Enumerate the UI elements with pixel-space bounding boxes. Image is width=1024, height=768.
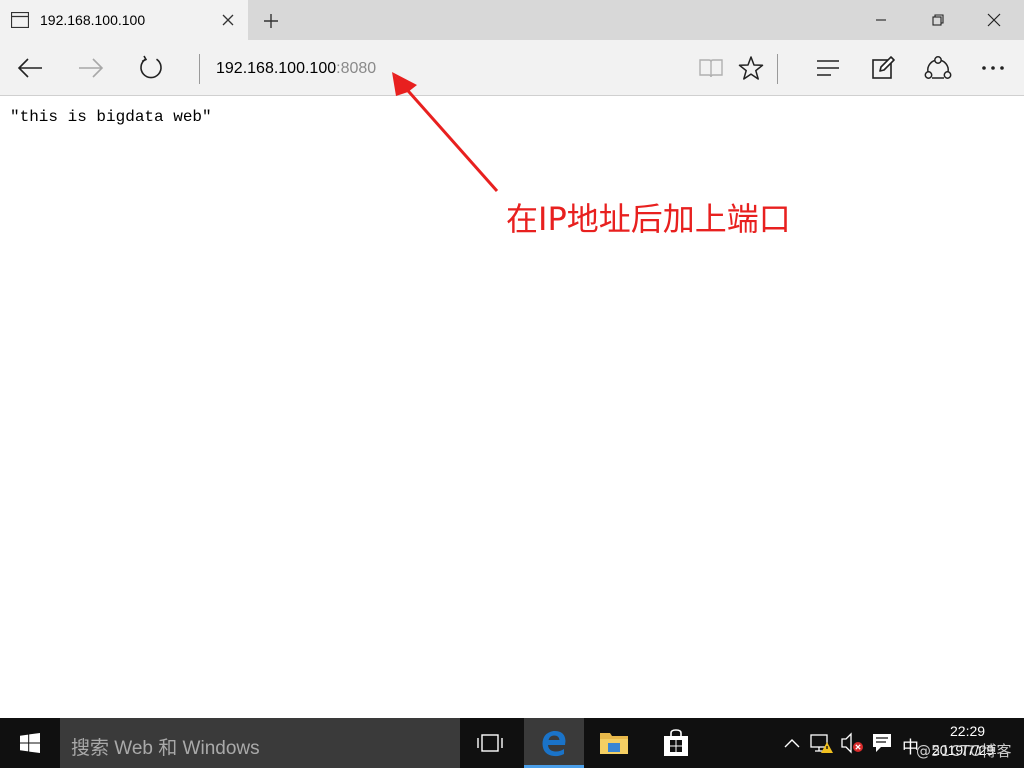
close-tab-icon[interactable] [218,10,238,30]
network-tray-button[interactable] [810,731,834,755]
refresh-icon [140,55,162,79]
notification-icon [873,734,891,752]
start-button[interactable] [0,718,60,768]
close-window-button[interactable] [966,0,1022,40]
store-button[interactable] [646,718,706,768]
watermark-text: @51CTO博客 [916,742,1012,760]
forward-button[interactable] [73,50,109,86]
taskbar: 搜索 Web 和 Windows 中 22:29 2019/7/29 @51CT… [0,718,1024,768]
star-icon [738,56,764,80]
plus-icon [264,14,278,28]
edge-icon [542,730,566,757]
back-arrow-icon [17,58,42,78]
tab-strip: 192.168.100.100 [0,0,1024,40]
windows-logo-icon [20,733,40,753]
new-tab-button[interactable] [258,8,284,34]
hub-button[interactable] [810,50,846,86]
tab-page-icon [10,11,30,29]
minimize-icon [876,19,886,21]
address-port: :8080 [336,60,377,77]
more-icon [982,66,1004,70]
action-center-button[interactable] [870,731,894,755]
pen-icon [872,56,895,79]
more-button[interactable] [975,50,1011,86]
clock-time[interactable]: 22:29 [950,723,985,739]
tab-title: 192.168.100.100 [40,12,146,28]
book-icon [699,59,723,78]
volume-muted-icon [841,732,863,754]
minimize-button[interactable] [853,0,909,40]
nav-divider-2 [777,54,778,84]
store-icon [664,729,688,756]
hub-icon [817,60,839,76]
address-host: 192.168.100.100 [216,60,337,77]
edge-taskbar-button[interactable] [524,718,584,768]
navigation-bar: 192.168.100.100:8080 [0,40,1024,96]
favorite-button[interactable] [733,50,769,86]
search-placeholder: 搜索 Web 和 Windows [71,738,260,759]
browser-tab[interactable]: 192.168.100.100 [0,0,248,40]
address-bar[interactable]: 192.168.100.100:8080 [216,60,376,78]
nav-divider [199,54,200,84]
search-box[interactable]: 搜索 Web 和 Windows [60,718,460,768]
close-icon [987,13,1001,27]
network-warning-icon [810,734,833,753]
restore-icon [932,14,944,26]
reading-view-button[interactable] [693,50,729,86]
task-view-icon [477,734,503,752]
refresh-button[interactable] [133,50,169,86]
file-explorer-icon [600,733,628,754]
share-button[interactable] [920,50,956,86]
chevron-up-icon [784,739,800,748]
restore-button[interactable] [910,0,966,40]
page-content-text: "this is bigdata web" [10,108,212,126]
forward-arrow-icon [79,58,104,78]
back-button[interactable] [12,50,48,86]
web-note-button[interactable] [865,50,901,86]
annotation-text: 在IP地址后加上端口 [506,200,791,238]
share-icon [924,56,952,79]
file-explorer-button[interactable] [584,718,644,768]
task-view-button[interactable] [460,718,520,768]
show-hidden-icons-button[interactable] [780,731,804,755]
volume-tray-button[interactable] [840,731,864,755]
